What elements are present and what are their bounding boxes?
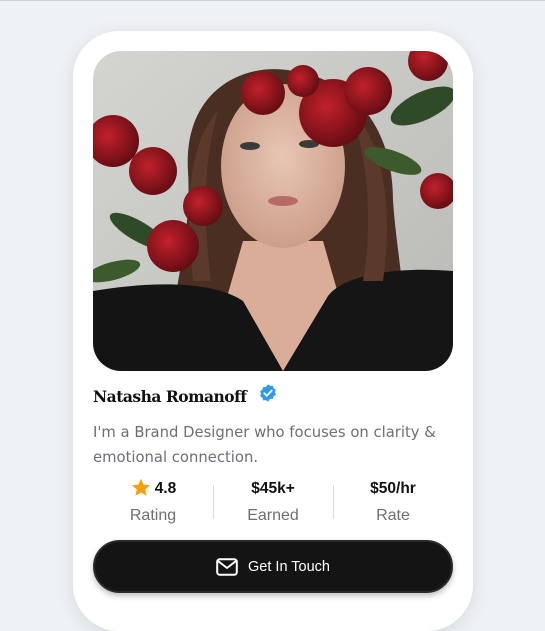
get-in-touch-button[interactable]: Get In Touch — [93, 540, 453, 593]
stat-earned: $45k+ Earned — [213, 477, 333, 531]
top-divider — [0, 0, 545, 1]
mail-icon — [216, 557, 238, 576]
verified-badge-icon — [258, 383, 278, 403]
profile-bio: I'm a Brand Designer who focuses on clar… — [93, 424, 436, 466]
name-row: Natasha Romanoff — [93, 383, 278, 409]
profile-photo — [93, 51, 453, 371]
star-icon — [130, 477, 152, 499]
rate-label: Rate — [376, 507, 410, 524]
earned-label: Earned — [247, 507, 299, 524]
profile-name: Natasha Romanoff — [93, 386, 247, 406]
profile-card: Natasha Romanoff I'm a Brand Designer wh… — [73, 31, 473, 631]
earned-value: $45k+ — [251, 480, 295, 497]
stats-row: 4.8 Rating $45k+ Earned $50/hr Rate — [93, 477, 453, 531]
stat-rating: 4.8 Rating — [93, 477, 213, 531]
rating-value: 4.8 — [154, 480, 177, 497]
rating-label: Rating — [129, 507, 177, 524]
stat-rate: $50/hr Rate — [333, 477, 453, 531]
get-in-touch-label: Get In Touch — [248, 558, 330, 575]
rate-value: $50/hr — [370, 480, 416, 497]
